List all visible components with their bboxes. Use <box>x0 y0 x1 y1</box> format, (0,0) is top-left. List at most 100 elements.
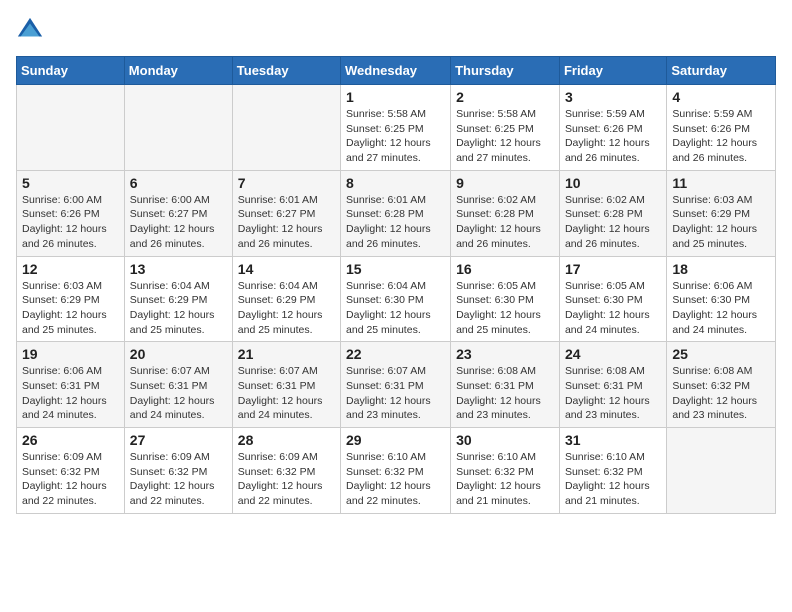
day-number: 18 <box>672 261 770 277</box>
day-number: 12 <box>22 261 119 277</box>
page-header <box>16 16 776 44</box>
day-number: 9 <box>456 175 554 191</box>
calendar-cell: 1 Sunrise: 5:58 AM Sunset: 6:25 PM Daylig… <box>341 85 451 171</box>
calendar-cell: 31 Sunrise: 6:10 AM Sunset: 6:32 PM Dayli… <box>559 428 666 514</box>
day-info: Sunrise: 6:10 AM Sunset: 6:32 PM Dayligh… <box>565 450 661 509</box>
calendar-cell <box>124 85 232 171</box>
day-number: 2 <box>456 89 554 105</box>
day-number: 4 <box>672 89 770 105</box>
day-info: Sunrise: 6:09 AM Sunset: 6:32 PM Dayligh… <box>130 450 227 509</box>
day-number: 6 <box>130 175 227 191</box>
day-number: 30 <box>456 432 554 448</box>
day-number: 19 <box>22 346 119 362</box>
calendar-cell: 18 Sunrise: 6:06 AM Sunset: 6:30 PM Dayli… <box>667 256 776 342</box>
day-number: 22 <box>346 346 445 362</box>
day-number: 11 <box>672 175 770 191</box>
weekday-header-tuesday: Tuesday <box>232 57 340 85</box>
day-number: 27 <box>130 432 227 448</box>
day-info: Sunrise: 6:07 AM Sunset: 6:31 PM Dayligh… <box>130 364 227 423</box>
calendar-cell: 21 Sunrise: 6:07 AM Sunset: 6:31 PM Dayli… <box>232 342 340 428</box>
day-info: Sunrise: 6:02 AM Sunset: 6:28 PM Dayligh… <box>456 193 554 252</box>
logo-icon <box>16 16 44 44</box>
day-number: 28 <box>238 432 335 448</box>
calendar-cell: 14 Sunrise: 6:04 AM Sunset: 6:29 PM Dayli… <box>232 256 340 342</box>
calendar-cell: 28 Sunrise: 6:09 AM Sunset: 6:32 PM Dayli… <box>232 428 340 514</box>
day-info: Sunrise: 6:07 AM Sunset: 6:31 PM Dayligh… <box>238 364 335 423</box>
day-number: 16 <box>456 261 554 277</box>
calendar-cell <box>667 428 776 514</box>
day-info: Sunrise: 6:10 AM Sunset: 6:32 PM Dayligh… <box>456 450 554 509</box>
calendar-cell: 6 Sunrise: 6:00 AM Sunset: 6:27 PM Daylig… <box>124 170 232 256</box>
calendar-week-row: 5Sunrise: 6:00 AM Sunset: 6:26 PM Daylig… <box>17 170 776 256</box>
calendar-cell: 23Sunrise: 6:08 AM Sunset: 6:31 PM Dayli… <box>451 342 560 428</box>
calendar-cell: 19 Sunrise: 6:06 AM Sunset: 6:31 PM Dayli… <box>17 342 125 428</box>
calendar-cell: 27 Sunrise: 6:09 AM Sunset: 6:32 PM Dayli… <box>124 428 232 514</box>
calendar-week-row: 26 Sunrise: 6:09 AM Sunset: 6:32 PM Dayli… <box>17 428 776 514</box>
day-info: Sunrise: 6:08 AM Sunset: 6:32 PM Dayligh… <box>672 364 770 423</box>
day-info: Sunrise: 6:06 AM Sunset: 6:30 PM Dayligh… <box>672 279 770 338</box>
calendar-cell: 12 Sunrise: 6:03 AM Sunset: 6:29 PM Dayli… <box>17 256 125 342</box>
day-info: Sunrise: 6:10 AM Sunset: 6:32 PM Dayligh… <box>346 450 445 509</box>
calendar-cell: 7 Sunrise: 6:01 AM Sunset: 6:27 PM Daylig… <box>232 170 340 256</box>
day-number: 21 <box>238 346 335 362</box>
calendar-cell: 13 Sunrise: 6:04 AM Sunset: 6:29 PM Dayli… <box>124 256 232 342</box>
day-info: Sunrise: 6:06 AM Sunset: 6:31 PM Dayligh… <box>22 364 119 423</box>
calendar-cell: 30 Sunrise: 6:10 AM Sunset: 6:32 PM Dayli… <box>451 428 560 514</box>
day-number: 24 <box>565 346 661 362</box>
day-number: 20 <box>130 346 227 362</box>
weekday-header-row: SundayMondayTuesdayWednesdayThursdayFrid… <box>17 57 776 85</box>
weekday-header-sunday: Sunday <box>17 57 125 85</box>
day-number: 5 <box>22 175 119 191</box>
weekday-header-wednesday: Wednesday <box>341 57 451 85</box>
day-info: Sunrise: 6:08 AM Sunset: 6:31 PM Dayligh… <box>565 364 661 423</box>
day-info: Sunrise: 6:07 AM Sunset: 6:31 PM Dayligh… <box>346 364 445 423</box>
calendar-week-row: 12 Sunrise: 6:03 AM Sunset: 6:29 PM Dayli… <box>17 256 776 342</box>
calendar-cell: 8Sunrise: 6:01 AM Sunset: 6:28 PM Daylig… <box>341 170 451 256</box>
day-info: Sunrise: 5:58 AM Sunset: 6:25 PM Dayligh… <box>456 107 554 166</box>
day-number: 7 <box>238 175 335 191</box>
calendar-week-row: 1 Sunrise: 5:58 AM Sunset: 6:25 PM Daylig… <box>17 85 776 171</box>
calendar-cell: 25 Sunrise: 6:08 AM Sunset: 6:32 PM Dayli… <box>667 342 776 428</box>
weekday-header-thursday: Thursday <box>451 57 560 85</box>
day-info: Sunrise: 5:58 AM Sunset: 6:25 PM Dayligh… <box>346 107 445 166</box>
calendar-cell <box>232 85 340 171</box>
day-info: Sunrise: 6:05 AM Sunset: 6:30 PM Dayligh… <box>456 279 554 338</box>
calendar-cell: 2 Sunrise: 5:58 AM Sunset: 6:25 PM Daylig… <box>451 85 560 171</box>
weekday-header-monday: Monday <box>124 57 232 85</box>
day-info: Sunrise: 6:00 AM Sunset: 6:27 PM Dayligh… <box>130 193 227 252</box>
calendar-cell: 11 Sunrise: 6:03 AM Sunset: 6:29 PM Dayli… <box>667 170 776 256</box>
day-number: 25 <box>672 346 770 362</box>
day-number: 23 <box>456 346 554 362</box>
calendar-cell: 17Sunrise: 6:05 AM Sunset: 6:30 PM Dayli… <box>559 256 666 342</box>
calendar-cell: 22 Sunrise: 6:07 AM Sunset: 6:31 PM Dayli… <box>341 342 451 428</box>
logo <box>16 16 48 44</box>
calendar-cell: 10Sunrise: 6:02 AM Sunset: 6:28 PM Dayli… <box>559 170 666 256</box>
calendar-cell: 5Sunrise: 6:00 AM Sunset: 6:26 PM Daylig… <box>17 170 125 256</box>
calendar-cell: 24 Sunrise: 6:08 AM Sunset: 6:31 PM Dayli… <box>559 342 666 428</box>
day-info: Sunrise: 6:04 AM Sunset: 6:30 PM Dayligh… <box>346 279 445 338</box>
day-info: Sunrise: 6:09 AM Sunset: 6:32 PM Dayligh… <box>238 450 335 509</box>
calendar-cell: 16 Sunrise: 6:05 AM Sunset: 6:30 PM Dayli… <box>451 256 560 342</box>
day-number: 3 <box>565 89 661 105</box>
calendar-cell: 26Sunrise: 6:09 AM Sunset: 6:32 PM Dayli… <box>17 428 125 514</box>
day-number: 29 <box>346 432 445 448</box>
day-info: Sunrise: 6:03 AM Sunset: 6:29 PM Dayligh… <box>672 193 770 252</box>
weekday-header-friday: Friday <box>559 57 666 85</box>
day-number: 1 <box>346 89 445 105</box>
calendar-cell <box>17 85 125 171</box>
calendar-cell: 4Sunrise: 5:59 AM Sunset: 6:26 PM Daylig… <box>667 85 776 171</box>
day-info: Sunrise: 6:04 AM Sunset: 6:29 PM Dayligh… <box>238 279 335 338</box>
day-info: Sunrise: 6:01 AM Sunset: 6:28 PM Dayligh… <box>346 193 445 252</box>
day-number: 13 <box>130 261 227 277</box>
calendar-cell: 15Sunrise: 6:04 AM Sunset: 6:30 PM Dayli… <box>341 256 451 342</box>
day-info: Sunrise: 5:59 AM Sunset: 6:26 PM Dayligh… <box>565 107 661 166</box>
day-number: 17 <box>565 261 661 277</box>
weekday-header-saturday: Saturday <box>667 57 776 85</box>
day-number: 14 <box>238 261 335 277</box>
day-info: Sunrise: 6:01 AM Sunset: 6:27 PM Dayligh… <box>238 193 335 252</box>
day-number: 31 <box>565 432 661 448</box>
day-info: Sunrise: 6:04 AM Sunset: 6:29 PM Dayligh… <box>130 279 227 338</box>
calendar-table: SundayMondayTuesdayWednesdayThursdayFrid… <box>16 56 776 514</box>
day-info: Sunrise: 6:03 AM Sunset: 6:29 PM Dayligh… <box>22 279 119 338</box>
day-number: 26 <box>22 432 119 448</box>
